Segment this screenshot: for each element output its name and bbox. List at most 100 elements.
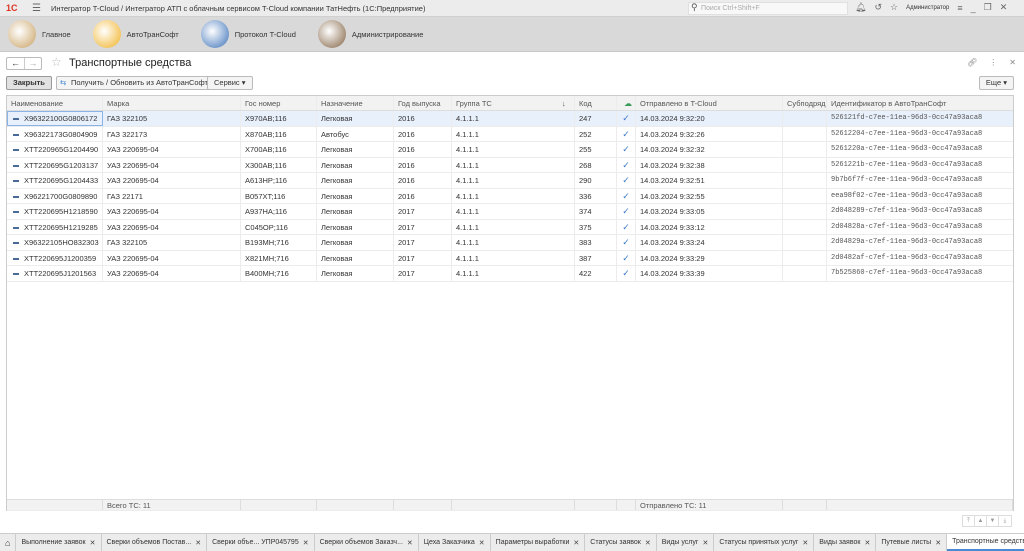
- more-dropdown[interactable]: Еще ▾: [978, 76, 1014, 90]
- sort-icon[interactable]: ↓: [562, 96, 566, 111]
- sent-check-icon: ✓: [617, 219, 636, 234]
- table-row[interactable]: XTT220695J1200359 УАЗ 220695-04 X821MH;716…: [7, 250, 1013, 266]
- table-cell: Легковая: [317, 157, 394, 172]
- window-tab[interactable]: Выполнение заявок ✕: [16, 534, 102, 551]
- close-tab-icon[interactable]: ✕: [935, 539, 941, 547]
- table-row[interactable]: XTT220695H1218590 УАЗ 220695-04 A937HA;116…: [7, 204, 1013, 220]
- table-row[interactable]: XTT220695H1219285 УАЗ 220695-04 C045OP;116…: [7, 219, 1013, 235]
- history-icon[interactable]: ↺: [874, 2, 882, 13]
- sent-check-icon: ✓: [617, 235, 636, 250]
- column-header[interactable]: Гос номер: [241, 96, 317, 110]
- restore-icon[interactable]: ❐: [984, 2, 992, 13]
- search-icon: ⚲: [691, 2, 698, 12]
- table-cell: [783, 250, 827, 265]
- minimize-icon[interactable]: _: [971, 3, 976, 13]
- scroll-up-button[interactable]: ▲: [975, 516, 987, 526]
- window-tab[interactable]: Транспортные средства✕: [947, 534, 1024, 551]
- search-input[interactable]: ⚲ Поиск Ctrl+Shift+F: [688, 2, 848, 15]
- column-header[interactable]: Марка: [103, 96, 241, 110]
- close-tab-icon[interactable]: ✕: [479, 539, 485, 547]
- scroll-bottom-button[interactable]: ⤓: [999, 516, 1011, 526]
- column-header[interactable]: Наименование: [7, 96, 103, 110]
- column-header[interactable]: Идентификатор в АвтоТранСофт: [827, 96, 1013, 110]
- sections-panel: Главное АвтоТранСофт Протокол T-Cloud Админ…: [0, 17, 1024, 52]
- vehicle-name: XTT220695G1203137: [24, 160, 99, 170]
- window-tab[interactable]: Цеха Заказчика ✕: [419, 534, 491, 551]
- column-header[interactable]: Субподряд: [783, 96, 827, 110]
- close-form-icon[interactable]: ✕: [1009, 58, 1016, 67]
- column-header[interactable]: ☁: [617, 96, 636, 110]
- table-cell: УАЗ 220695-04: [103, 173, 241, 188]
- back-button[interactable]: ←: [7, 58, 24, 69]
- close-tab-icon[interactable]: ✕: [407, 539, 413, 547]
- vehicle-name: X96322105HO832303: [24, 238, 99, 247]
- scroll-down-button[interactable]: ▼: [987, 516, 999, 526]
- column-header[interactable]: Код: [575, 96, 617, 110]
- close-tab-icon[interactable]: ✕: [802, 539, 808, 547]
- close-tab-icon[interactable]: ✕: [90, 539, 96, 547]
- table-row[interactable]: X96322100G0806172 ГАЗ 322105 X970AB;116 Лег…: [7, 111, 1013, 127]
- table-row[interactable]: XTT220695J1201563 УАЗ 220695-04 B400MH;716…: [7, 266, 1013, 282]
- table-cell: 14.03.2024 9:32:55: [636, 188, 783, 203]
- table-row[interactable]: X96322173G0804909 ГАЗ 322173 X870AB;116 Авт…: [7, 126, 1013, 142]
- search-placeholder: Поиск Ctrl+Shift+F: [701, 5, 760, 12]
- close-tab-icon[interactable]: ✕: [864, 539, 870, 547]
- table-row[interactable]: XTT220695G1204433 УАЗ 220695-04 A613HP;116…: [7, 173, 1013, 189]
- table-row[interactable]: XTT220965G1204490 УАЗ 220695-04 X700AB;116…: [7, 142, 1013, 158]
- window-tab[interactable]: Путевые листы ✕: [876, 534, 948, 551]
- cell-name: XTT220695G1203137: [7, 157, 103, 172]
- more-vert-icon[interactable]: ⋮: [989, 58, 997, 67]
- table-cell: УАЗ 220695-04: [103, 157, 241, 172]
- table-cell: 247: [575, 111, 617, 126]
- column-header[interactable]: Назначение: [317, 96, 394, 110]
- menu-icon[interactable]: ☰: [32, 3, 41, 14]
- close-tab-icon[interactable]: ✕: [645, 539, 651, 547]
- window-tab[interactable]: Параметры выработки ✕: [491, 534, 586, 551]
- star-icon[interactable]: ☆: [890, 2, 898, 13]
- link-icon[interactable]: 🔗︎: [967, 58, 977, 67]
- scroll-top-button[interactable]: ⤒: [963, 516, 975, 526]
- close-tab-icon[interactable]: ✕: [195, 539, 201, 547]
- vehicles-table: Наименование Марка Гос номер Назначение Год …: [6, 95, 1014, 511]
- table-row[interactable]: X96221700G0809890 ГАЗ 22171 B057XT;116 Легк…: [7, 188, 1013, 204]
- table-row[interactable]: XTT220695G1203137 УАЗ 220695-04 X300AB;116…: [7, 157, 1013, 173]
- window-tab[interactable]: Виды заявок ✕: [814, 534, 877, 551]
- close-tab-icon[interactable]: ✕: [573, 539, 579, 547]
- home-tab[interactable]: ⌂: [0, 534, 17, 551]
- window-tab[interactable]: Сверки объе... УПР045795 ✕: [207, 534, 315, 551]
- section-3[interactable]: Администрирование: [310, 17, 423, 52]
- table-cell: 290: [575, 173, 617, 188]
- table-cell: 4.1.1.1: [452, 157, 575, 172]
- bell-icon[interactable]: 🔔︎: [855, 2, 866, 13]
- cell-name: XTT220695J1201563: [7, 266, 103, 281]
- window-tab[interactable]: Сверки объемов Постав... ✕: [102, 534, 208, 551]
- window-tab[interactable]: Статусы принятых услуг ✕: [714, 534, 815, 551]
- service-dropdown[interactable]: Сервис ▾: [207, 76, 253, 90]
- table-cell: 4.1.1.1: [452, 142, 575, 157]
- window-tab[interactable]: Виды услуг ✕: [657, 534, 715, 551]
- table-cell: 2017: [394, 266, 452, 281]
- forward-button[interactable]: →: [24, 58, 41, 69]
- column-header[interactable]: Группа ТС: [452, 96, 575, 110]
- close-tab-icon[interactable]: ✕: [303, 539, 309, 547]
- user-name[interactable]: Администратор: [906, 5, 949, 11]
- section-1[interactable]: АвтоТранСофт: [85, 17, 179, 52]
- table-cell: 14.03.2024 9:32:26: [636, 126, 783, 141]
- favorite-star-icon[interactable]: ☆: [51, 55, 62, 69]
- close-window-icon[interactable]: ✕: [1000, 2, 1008, 13]
- close-button[interactable]: Закрыть: [6, 76, 52, 90]
- window-tab[interactable]: Статусы заявок ✕: [585, 534, 657, 551]
- settings-menu-icon[interactable]: ≡: [957, 3, 962, 13]
- window-tab[interactable]: Сверки объемов Заказч... ✕: [315, 534, 419, 551]
- table-cell: 2016: [394, 111, 452, 126]
- close-tab-icon[interactable]: ✕: [702, 539, 708, 547]
- column-header[interactable]: Год выпуска: [394, 96, 452, 110]
- table-row[interactable]: X96322105HO832303 ГАЗ 322105 B193MH;716 Лег…: [7, 235, 1013, 251]
- section-2[interactable]: Протокол T-Cloud: [193, 17, 296, 52]
- section-0[interactable]: Главное: [0, 17, 71, 52]
- column-header[interactable]: Отправлено в T-Cloud: [636, 96, 783, 110]
- cell-name: XTT220695H1219285: [7, 219, 103, 234]
- update-from-autotransoft-button[interactable]: ⇆ Получить / Обновить из АвтоТранСофт: [56, 76, 215, 90]
- section-label: Протокол T-Cloud: [234, 29, 296, 39]
- tab-label: Выполнение заявок: [21, 539, 86, 546]
